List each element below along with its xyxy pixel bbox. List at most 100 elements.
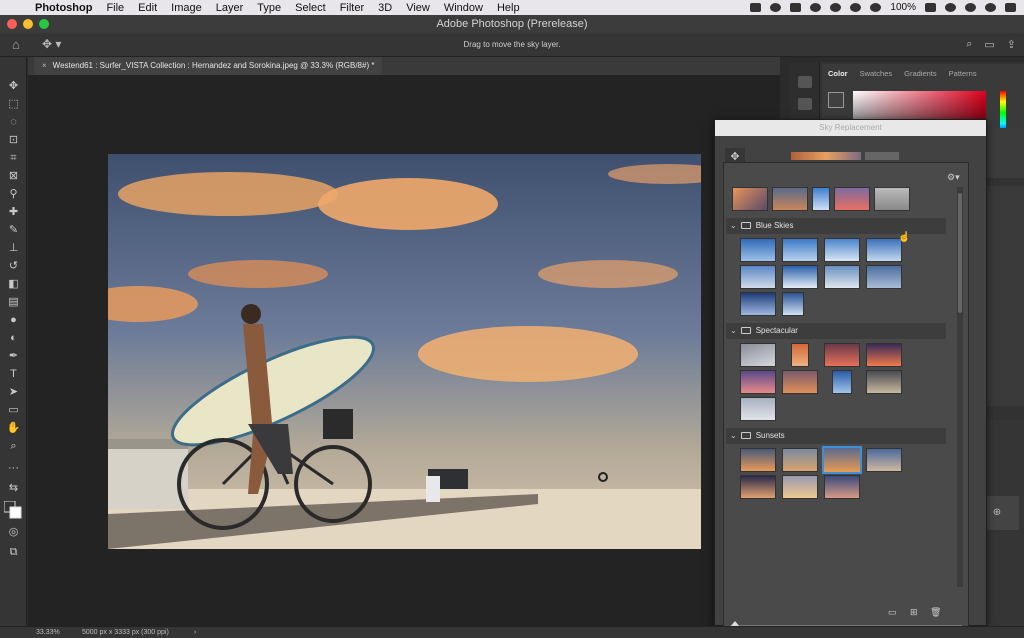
sky-preview-strip[interactable] (755, 148, 935, 160)
sky-thumbnail[interactable] (782, 370, 818, 394)
tab-gradients[interactable]: Gradients (898, 64, 943, 84)
sky-thumbnail[interactable] (740, 238, 776, 262)
brush-tool-icon[interactable]: ✎ (5, 223, 22, 237)
control-center-icon[interactable] (1005, 3, 1016, 12)
stamp-tool-icon[interactable]: ⊥ (5, 241, 22, 255)
hand-tool-icon[interactable]: ✋ (5, 421, 22, 435)
move-tool-icon[interactable]: ✥ (5, 79, 22, 93)
gradient-tool-icon[interactable]: ▤ (5, 295, 22, 309)
workspace-icon[interactable]: ▭ (984, 38, 994, 51)
recent-sky-thumbnail[interactable] (812, 187, 830, 211)
eraser-tool-icon[interactable]: ◧ (5, 277, 22, 291)
sky-thumbnail[interactable] (782, 238, 818, 262)
history-panel-icon[interactable] (798, 76, 812, 88)
type-tool-icon[interactable]: T (5, 367, 22, 381)
minimize-window-button[interactable] (23, 19, 33, 29)
camera-icon[interactable] (750, 3, 762, 12)
blur-tool-icon[interactable]: ● (5, 313, 22, 327)
sky-thumbnail[interactable] (866, 448, 902, 472)
swap-colors-icon[interactable]: ⇆ (5, 481, 22, 495)
screen-mode-icon[interactable]: ⧉ (5, 545, 22, 559)
bluetooth-icon[interactable] (850, 3, 862, 12)
sky-thumbnail[interactable] (740, 292, 776, 316)
menu-image[interactable]: Image (164, 2, 209, 14)
pen-tool-icon[interactable]: ✒ (5, 349, 22, 363)
lasso-tool-icon[interactable]: ◌ (5, 115, 22, 129)
shape-tool-icon[interactable]: ▭ (5, 403, 22, 417)
gear-icon[interactable]: ⚙▾ (947, 172, 960, 183)
quick-mask-icon[interactable]: ◎ (5, 525, 22, 539)
menu-edit[interactable]: Edit (131, 2, 164, 14)
status-arrow[interactable]: › (194, 627, 196, 638)
sky-thumbnail[interactable] (866, 265, 902, 289)
search-icon[interactable]: ⌕ (966, 38, 972, 51)
zoom-window-button[interactable] (39, 19, 49, 29)
recent-sky-thumbnail[interactable] (732, 187, 768, 211)
zoom-level[interactable]: 33.33% (36, 627, 60, 638)
menu-help[interactable]: Help (490, 2, 527, 14)
frame-tool-icon[interactable]: ⊠ (5, 169, 22, 183)
sky-thumbnail[interactable] (740, 370, 776, 394)
menu-select[interactable]: Select (288, 2, 333, 14)
add-sky-icon[interactable]: ⊞ (910, 607, 918, 618)
menu-layer[interactable]: Layer (209, 2, 251, 14)
record-icon[interactable] (770, 3, 782, 12)
folder-sunsets[interactable]: ⌄ Sunsets (726, 428, 946, 444)
document-image[interactable] (108, 154, 701, 549)
sky-thumbnail[interactable] (866, 343, 902, 367)
close-tab-icon[interactable]: × (42, 61, 47, 70)
more-tools-icon[interactable]: ··· (5, 461, 22, 475)
marquee-tool-icon[interactable]: ⬚ (5, 97, 22, 111)
menu-file[interactable]: File (99, 2, 131, 14)
delete-icon[interactable]: 🗑 (930, 607, 941, 618)
sky-thumbnail[interactable] (824, 238, 860, 262)
zoom-tool-icon[interactable]: ⌕ (5, 439, 22, 453)
sky-thumbnail[interactable] (782, 475, 818, 499)
crop-tool-icon[interactable]: ⌗ (5, 151, 22, 165)
document-tab[interactable]: × Westend61 : Surfer_VISTA Collection : H… (34, 57, 383, 75)
tab-color[interactable]: Color (822, 64, 854, 84)
sky-thumbnail[interactable] (740, 397, 776, 421)
sky-thumbnail[interactable] (740, 475, 776, 499)
clock-icon[interactable] (945, 3, 956, 12)
battery-icon[interactable] (925, 3, 936, 12)
sky-thumbnail[interactable] (740, 265, 776, 289)
time-machine-icon[interactable] (830, 3, 842, 12)
eyedropper-tool-icon[interactable]: ⚲ (5, 187, 22, 201)
search-icon[interactable] (965, 3, 976, 12)
history-brush-tool-icon[interactable]: ↺ (5, 259, 22, 273)
sky-thumbnail[interactable] (791, 343, 809, 367)
tab-patterns[interactable]: Patterns (943, 64, 983, 84)
dodge-tool-icon[interactable]: ◐ (5, 331, 22, 345)
menu-window[interactable]: Window (437, 2, 490, 14)
sky-thumbnail[interactable] (782, 448, 818, 472)
object-select-tool-icon[interactable]: ⊡ (5, 133, 22, 147)
properties-panel-icon[interactable] (798, 98, 812, 110)
sky-thumbnail[interactable] (740, 448, 776, 472)
path-select-tool-icon[interactable]: ➤ (5, 385, 22, 399)
screen-icon[interactable] (790, 3, 802, 12)
sky-thumbnail[interactable] (832, 370, 852, 394)
recent-sky-thumbnail[interactable] (874, 187, 910, 211)
foreground-swatch[interactable] (828, 92, 844, 108)
menu-filter[interactable]: Filter (333, 2, 371, 14)
folder-blue-skies[interactable]: ⌄ Blue Skies (726, 218, 946, 234)
play-icon[interactable] (810, 3, 822, 12)
new-folder-icon[interactable]: ▭ (888, 607, 897, 618)
menu-3d[interactable]: 3D (371, 2, 399, 14)
folder-spectacular[interactable]: ⌄ Spectacular (726, 323, 946, 339)
sky-thumbnail[interactable] (782, 265, 818, 289)
sky-thumbnail[interactable] (824, 475, 860, 499)
siri-icon[interactable] (985, 3, 996, 12)
sky-thumbnail[interactable] (866, 238, 902, 262)
share-icon[interactable]: ⇪ (1007, 38, 1016, 51)
tab-swatches[interactable]: Swatches (854, 64, 899, 84)
recent-sky-thumbnail[interactable] (834, 187, 870, 211)
menu-view[interactable]: View (399, 2, 437, 14)
close-window-button[interactable] (7, 19, 17, 29)
sky-thumbnail[interactable] (740, 343, 776, 367)
healing-tool-icon[interactable]: ✚ (5, 205, 22, 219)
picker-scrollbar[interactable] (957, 187, 963, 587)
sky-thumbnail[interactable] (866, 370, 902, 394)
menu-type[interactable]: Type (250, 2, 288, 14)
